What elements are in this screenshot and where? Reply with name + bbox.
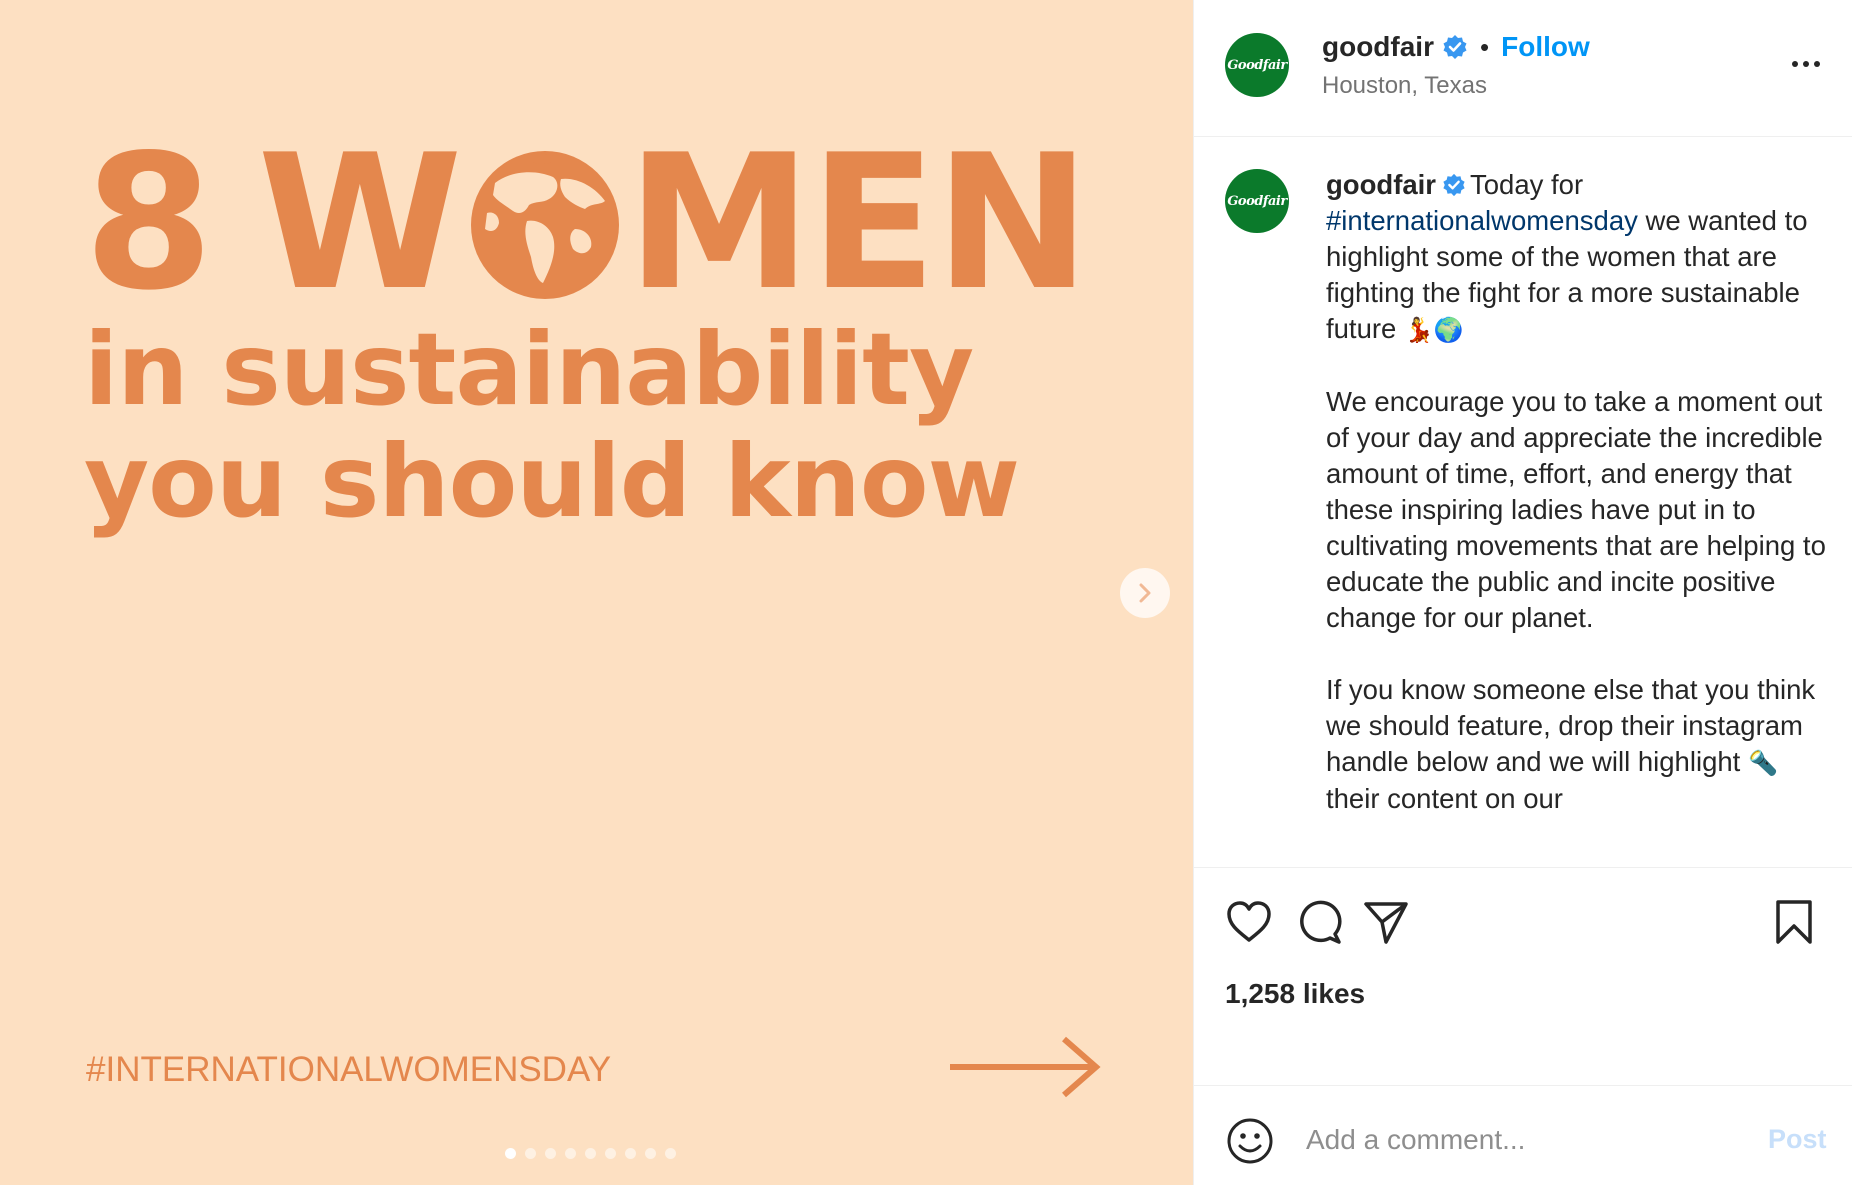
header-separator: • [1480,31,1490,62]
likes-count[interactable]: 1,258 likes [1225,978,1365,1010]
post-comment-button[interactable]: Post [1768,1124,1827,1155]
more-options-button[interactable] [1786,52,1826,76]
bookmark-icon[interactable] [1770,898,1818,946]
image-hashtag: #INTERNATIONALWOMENSDAY [86,1050,612,1089]
headline-row-3: you should know [84,423,1020,540]
instagram-post-modal: 8 W MEN in sustainability you should kno… [0,0,1852,1185]
post-header: Goodfair goodfair • Follow Houston, Texa… [1194,0,1852,137]
action-bar [1194,868,1852,968]
headline-word-end: MEN [626,114,1091,331]
post-sidebar: Goodfair goodfair • Follow Houston, Texa… [1193,0,1852,1185]
avatar[interactable]: Goodfair [1225,33,1289,97]
slide-dot [605,1148,616,1159]
heart-icon[interactable] [1225,898,1273,946]
headline-word-start: W [257,114,462,331]
caption-hashtag-link[interactable]: #internationalwomensday [1326,205,1638,236]
caption-username[interactable]: goodfair [1326,169,1436,200]
share-icon[interactable] [1362,898,1410,946]
slide-dot [625,1148,636,1159]
flashlight-emoji: 🔦 [1747,749,1778,777]
caption-avatar[interactable]: Goodfair [1225,169,1289,233]
avatar-logo-text: Goodfair [1227,57,1287,73]
headline: 8 W MEN in sustainability you should kno… [0,0,1193,1185]
headline-row-2: in sustainability [84,311,974,428]
emoji-picker-icon[interactable] [1225,1116,1275,1166]
slide-indicator [505,1148,676,1159]
caption-paragraph-3-start: If you know someone else that you think … [1326,674,1816,777]
chevron-right-icon [1139,583,1151,603]
arrow-right-icon [950,1036,1101,1098]
caption-text: goodfair Today for #internationalwomensd… [1326,167,1826,853]
headline-number: 8 [84,114,213,331]
slide-dot [645,1148,656,1159]
slide-dot [525,1148,536,1159]
dancer-globe-emoji: 💃🌍 [1403,316,1464,344]
header-username[interactable]: goodfair [1322,31,1434,63]
caption-intro: Today for [1470,169,1584,200]
headline-row-1: 8 W MEN [84,114,1091,331]
caption-paragraph-3: If you know someone else that you think … [1326,672,1826,817]
caption-area[interactable]: Goodfair goodfair Today for #internation… [1194,137,1852,868]
caption-paragraph-1: goodfair Today for #internationalwomensd… [1326,167,1826,348]
verified-badge-icon [1443,35,1467,59]
header-meta: goodfair • Follow [1322,30,1590,64]
avatar-logo-text: Goodfair [1227,193,1287,209]
slide-dot [665,1148,676,1159]
caption-paragraph-3-end: their content on our [1326,783,1563,814]
verified-badge-icon [1443,173,1465,197]
follow-button[interactable]: Follow [1501,31,1590,63]
slide-dot [565,1148,576,1159]
slide-dot [505,1148,516,1159]
globe-icon [465,143,625,303]
post-image: 8 W MEN in sustainability you should kno… [0,0,1193,1185]
comment-input[interactable] [1306,1112,1726,1168]
caption-paragraph-2: We encourage you to take a moment out of… [1326,386,1826,633]
more-dot-icon [1803,61,1809,67]
next-slide-button[interactable] [1120,568,1170,618]
slide-dot [545,1148,556,1159]
comment-bar: Post [1194,1085,1852,1185]
slide-dot [585,1148,596,1159]
more-dot-icon [1814,61,1820,67]
location-link[interactable]: Houston, Texas [1322,72,1487,100]
comment-icon[interactable] [1295,898,1343,946]
more-dot-icon [1792,61,1798,67]
